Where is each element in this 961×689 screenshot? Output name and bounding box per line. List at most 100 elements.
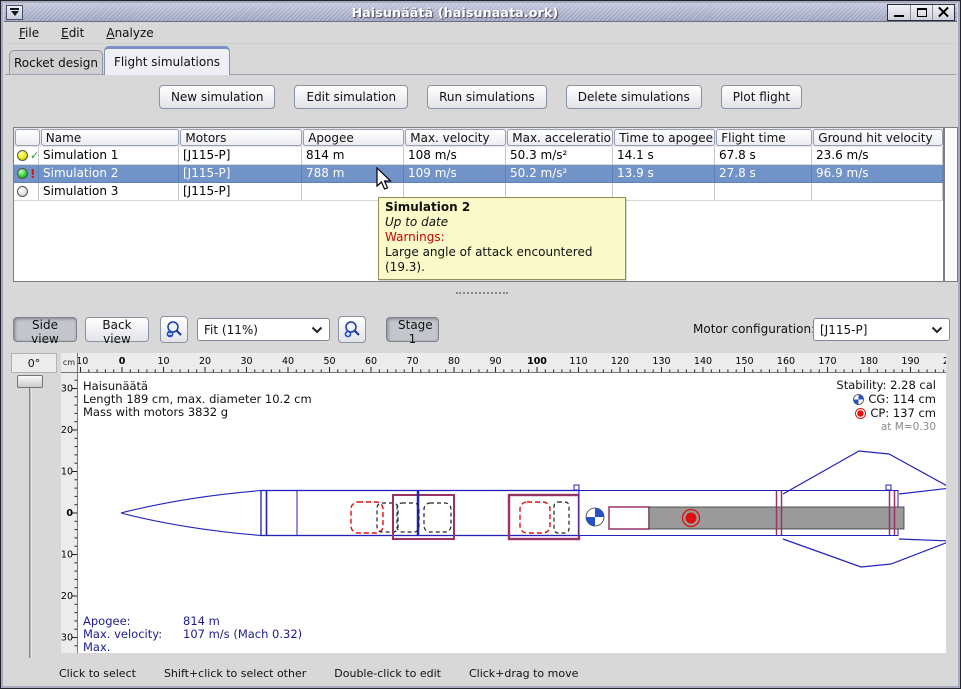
warning-icon: ! <box>30 168 35 180</box>
column-header-time-to-apogee[interactable]: Time to apogee <box>614 129 715 146</box>
table-scrollbar[interactable] <box>944 127 958 282</box>
cell-max-velocity: 109 m/s <box>404 165 506 183</box>
column-header-motors[interactable]: Motors <box>180 129 302 146</box>
svg-text:110: 110 <box>569 356 587 367</box>
cell-flight-time: 27.8 s <box>715 165 812 183</box>
svg-text:-10: -10 <box>61 467 73 478</box>
svg-text:180: 180 <box>860 356 878 367</box>
cell-motors: [J115-P] <box>179 165 302 183</box>
edit-simulation-button[interactable]: Edit simulation <box>294 85 408 109</box>
hint-shift-click-to-select-other: Shift+click to select other <box>164 667 306 680</box>
cp-icon <box>855 408 866 419</box>
svg-text:200: 200 <box>943 356 946 367</box>
app-icon[interactable] <box>6 5 23 20</box>
delete-simulations-button[interactable]: Delete simulations <box>566 85 702 109</box>
split-divider[interactable] <box>1 285 960 305</box>
cell-ground-hit-velocity: 96.9 m/s <box>812 165 943 183</box>
cell-flight-time <box>715 183 812 201</box>
cell-apogee: 814 m <box>302 147 404 165</box>
rotation-slider-track[interactable] <box>29 382 32 658</box>
svg-text:20: 20 <box>199 356 211 367</box>
minimize-icon <box>894 15 904 17</box>
new-simulation-button[interactable]: New simulation <box>159 85 276 109</box>
svg-text:0: 0 <box>66 508 73 519</box>
svg-text:10: 10 <box>157 356 169 367</box>
menu-item-analyze[interactable]: Analyze <box>97 24 162 42</box>
menu-item-edit[interactable]: Edit <box>52 24 93 42</box>
ruler-unit-label: cm <box>61 353 78 373</box>
stability-value: Stability: 2.28 cal <box>836 378 936 392</box>
plot-flight-button[interactable]: Plot flight <box>721 85 802 109</box>
cell-ground-hit-velocity: 23.6 m/s <box>812 147 943 165</box>
back-view-button[interactable]: Back view <box>85 317 149 342</box>
tab-rocket-design[interactable]: Rocket design <box>9 50 103 74</box>
table-row-simulation-1[interactable]: ✓Simulation 1[J115-P]814 m108 m/s50.3 m/… <box>14 147 943 165</box>
cell-motors: [J115-P] <box>179 183 302 201</box>
menu-item-file[interactable]: File <box>10 24 48 42</box>
status-ball-yellow-icon <box>17 150 28 161</box>
run-simulations-button[interactable]: Run simulations <box>427 85 547 109</box>
rocket-canvas[interactable]: Haisunäätä Length 189 cm, max. diameter … <box>78 373 946 653</box>
cg-value: CG: 114 cm <box>868 392 936 406</box>
svg-text:0: 0 <box>119 356 126 367</box>
svg-text:50: 50 <box>323 356 335 367</box>
column-header-flight-time[interactable]: Flight time <box>716 129 812 146</box>
tooltip-warnings-label: Warnings: <box>385 230 619 245</box>
column-header-max-acceleration[interactable]: Max. acceleration <box>507 129 613 146</box>
mach-condition: at M=0.30 <box>836 420 936 434</box>
side-view-button[interactable]: Side view <box>13 317 77 342</box>
zoom-out-button[interactable] <box>160 316 188 343</box>
column-header-ground-hit-velocity[interactable]: Ground hit velocity <box>813 129 943 146</box>
rotation-slider-handle[interactable] <box>17 375 43 388</box>
motor-configuration-label: Motor configuration: <box>693 322 815 336</box>
svg-text:-30: -30 <box>61 384 73 395</box>
zoom-in-button[interactable] <box>338 316 366 343</box>
svg-text:100: 100 <box>527 356 547 367</box>
max-velocity-value: 107 m/s (Mach 0.32) <box>183 627 302 641</box>
magnifier-minus-icon <box>165 320 184 339</box>
column-header-max-velocity[interactable]: Max. velocity <box>405 129 506 146</box>
tooltip-warning-text: Large angle of attack encountered (19.3)… <box>385 245 619 275</box>
svg-text:190: 190 <box>901 356 919 367</box>
status-ball-green-icon <box>17 168 28 179</box>
simulation-tooltip: Simulation 2 Up to date Warnings: Large … <box>378 197 626 280</box>
maximize-button[interactable] <box>910 5 932 20</box>
fin-top[interactable] <box>783 451 946 494</box>
cell-motors: [J115-P] <box>179 147 302 165</box>
apogee-value: 814 m <box>183 614 220 628</box>
simulation-toolbar: New simulation Edit simulation Run simulat… <box>1 85 960 109</box>
close-icon <box>938 7 949 18</box>
check-icon: ✓ <box>30 150 39 161</box>
cell-name: Simulation 2 <box>39 165 179 183</box>
cp-value: CP: 137 cm <box>870 406 936 420</box>
vertical-ruler: -30-20-100102030 <box>61 373 78 653</box>
stage-1-toggle[interactable]: Stage 1 <box>386 317 439 342</box>
chevron-down-icon <box>925 326 949 334</box>
svg-text:170: 170 <box>818 356 836 367</box>
column-header-status[interactable] <box>15 129 40 146</box>
flight-data-summary: Apogee:814 m Max. velocity:107 m/s (Mach… <box>83 615 302 653</box>
svg-text:60: 60 <box>365 356 377 367</box>
column-header-name[interactable]: Name <box>41 129 180 146</box>
svg-text:10: 10 <box>61 550 73 561</box>
minimize-button[interactable] <box>888 5 910 20</box>
cell-time-to-apogee: 13.9 s <box>613 165 715 183</box>
close-button[interactable] <box>932 5 954 20</box>
status-cell: ! <box>14 165 39 183</box>
tooltip-title: Simulation 2 <box>385 200 619 215</box>
magnifier-plus-icon <box>343 320 362 339</box>
table-row-simulation-2[interactable]: !Simulation 2[J115-P]788 m109 m/s50.2 m/… <box>14 165 943 183</box>
motor-configuration-select[interactable]: [J115-P] <box>813 318 950 341</box>
status-cell <box>14 183 39 201</box>
svg-text:120: 120 <box>611 356 629 367</box>
svg-text:30: 30 <box>61 633 73 644</box>
title-bar[interactable]: Haisunäätä (haisunaata.ork) <box>4 3 957 22</box>
svg-text:70: 70 <box>406 356 418 367</box>
tab-flight-simulations[interactable]: Flight simulations <box>104 46 230 75</box>
zoom-select[interactable]: Fit (11%) <box>197 318 330 341</box>
column-header-apogee[interactable]: Apogee <box>303 129 404 146</box>
cell-flight-time: 67.8 s <box>715 147 812 165</box>
fin-bottom[interactable] <box>783 539 946 567</box>
table-header: NameMotorsApogeeMax. velocityMax. accele… <box>14 128 943 147</box>
menu-bar: FileEditAnalyze <box>4 22 957 44</box>
